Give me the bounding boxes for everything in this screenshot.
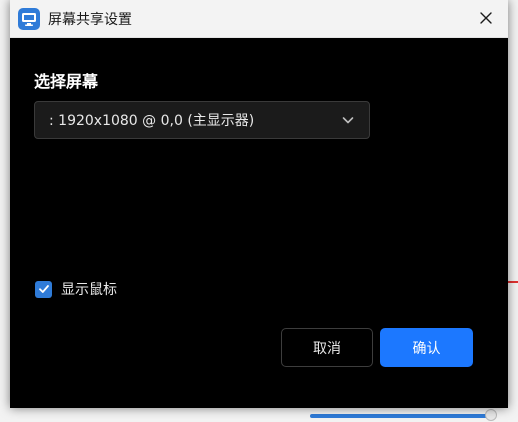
show-cursor-label: 显示鼠标 — [61, 282, 117, 298]
close-icon — [479, 10, 493, 29]
checkmark-icon — [38, 280, 50, 299]
background-slider-knob — [485, 409, 497, 421]
screen-share-settings-dialog: 屏幕共享设置 选择屏幕 : 1920x1080 @ 0,0 (主显示器) 显示鼠… — [10, 0, 508, 408]
screen-select-dropdown[interactable]: : 1920x1080 @ 0,0 (主显示器) — [34, 101, 370, 139]
background-right-panel — [508, 0, 518, 422]
show-cursor-option[interactable]: 显示鼠标 — [35, 279, 117, 299]
background-red-indicator — [508, 281, 518, 283]
select-screen-heading: 选择屏幕 — [34, 72, 99, 91]
show-cursor-checkbox[interactable] — [35, 280, 52, 299]
monitor-share-icon — [18, 7, 40, 30]
titlebar: 屏幕共享设置 — [10, 0, 508, 38]
background-volume-slider — [310, 414, 490, 418]
background-left-panel — [0, 0, 10, 422]
cancel-button[interactable]: 取消 — [281, 328, 373, 367]
confirm-button[interactable]: 确认 — [380, 328, 473, 367]
close-button[interactable] — [474, 7, 498, 31]
chevron-down-icon — [341, 113, 355, 127]
window-title: 屏幕共享设置 — [48, 11, 132, 28]
screen-select-value: : 1920x1080 @ 0,0 (主显示器) — [49, 113, 255, 129]
